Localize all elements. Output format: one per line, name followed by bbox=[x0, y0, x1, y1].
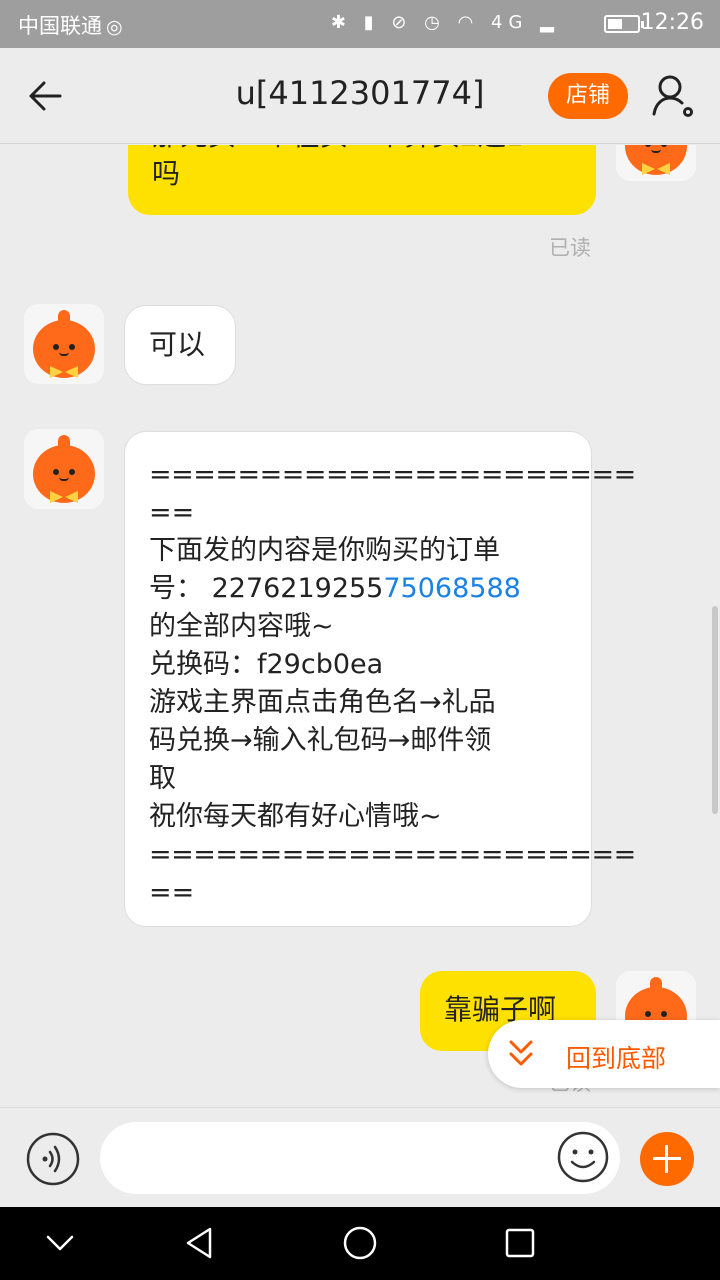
emoji-icon[interactable] bbox=[556, 1130, 610, 1184]
message-line: 那元买一个在买一个算买2送1 bbox=[152, 145, 572, 155]
message-text: 可以 bbox=[149, 328, 206, 361]
my-avatar[interactable] bbox=[616, 145, 696, 181]
message-line: 游戏主界面点击角色名→礼品 bbox=[149, 687, 496, 718]
message-line: ====================== bbox=[149, 459, 636, 490]
plus-icon[interactable] bbox=[640, 1132, 694, 1186]
hd-call-icon: ◎ bbox=[106, 16, 123, 38]
message-line: 吗 bbox=[152, 157, 181, 190]
system-navigation-bar bbox=[0, 1207, 720, 1280]
carrier-name: 中国联通 ◎ bbox=[18, 14, 123, 38]
status-bar: 中国联通 ◎ ✱ ▮ ⊘ ◷ ◠ 4G ▂ 12:26 bbox=[0, 0, 720, 48]
message-line: 祝你每天都有好心情哦~ bbox=[149, 801, 442, 832]
read-status: 已读 bbox=[549, 236, 591, 260]
message-line: 号： 227621925575068588 bbox=[149, 573, 521, 604]
message-input[interactable] bbox=[100, 1122, 620, 1194]
message-line: ====================== bbox=[149, 839, 636, 870]
message-line: 码兑换→输入礼包码→邮件领 bbox=[149, 725, 492, 756]
chat-header: u[4112301774] 店铺 bbox=[0, 48, 720, 144]
shop-avatar[interactable] bbox=[24, 429, 104, 509]
home-nav-icon[interactable] bbox=[340, 1223, 380, 1263]
scrollbar-thumb[interactable] bbox=[712, 606, 718, 814]
message-line: 兑换码：f29cb0ea bbox=[149, 649, 384, 680]
back-nav-icon[interactable] bbox=[180, 1223, 220, 1263]
message-bubble-incoming[interactable]: ====================== == 下面发的内容是你购买的订单 … bbox=[124, 431, 636, 927]
message-bubble-outgoing[interactable]: 那元买一个在买一个算买2送1 吗 bbox=[128, 145, 596, 215]
system-status-icons: ✱ ▮ ⊘ ◷ ◠ 4G ▂ bbox=[330, 12, 560, 33]
hide-keyboard-icon[interactable] bbox=[40, 1223, 80, 1263]
clock: 12:26 bbox=[640, 10, 704, 35]
message-line: == bbox=[149, 877, 195, 908]
user-settings-icon[interactable] bbox=[648, 70, 700, 122]
message-bubble-incoming[interactable]: 可以 bbox=[124, 305, 236, 385]
battery-icon bbox=[604, 15, 644, 33]
recents-nav-icon[interactable] bbox=[500, 1223, 540, 1263]
order-number-link[interactable]: 75068588 bbox=[383, 573, 520, 604]
back-to-bottom-label: 回到底部 bbox=[566, 1044, 667, 1073]
message-line: 下面发的内容是你购买的订单 bbox=[149, 535, 500, 566]
network-label: 4G bbox=[491, 12, 529, 33]
back-arrow-icon[interactable] bbox=[20, 70, 72, 122]
shop-button[interactable]: 店铺 bbox=[548, 73, 628, 119]
chat-title: u[4112301774] bbox=[235, 74, 485, 112]
composer-bar bbox=[0, 1107, 720, 1207]
message-line: 的全部内容哦~ bbox=[149, 611, 334, 642]
voice-icon[interactable] bbox=[26, 1132, 80, 1186]
shop-avatar[interactable] bbox=[24, 304, 104, 384]
chat-messages[interactable]: 那元买一个在买一个算买2送1 吗 已读 可以 =================… bbox=[0, 145, 720, 1107]
double-chevron-down-icon bbox=[509, 1040, 533, 1066]
message-line: == bbox=[149, 497, 195, 528]
message-line: 取 bbox=[149, 763, 176, 794]
back-to-bottom-button[interactable]: 回到底部 bbox=[488, 1020, 720, 1088]
